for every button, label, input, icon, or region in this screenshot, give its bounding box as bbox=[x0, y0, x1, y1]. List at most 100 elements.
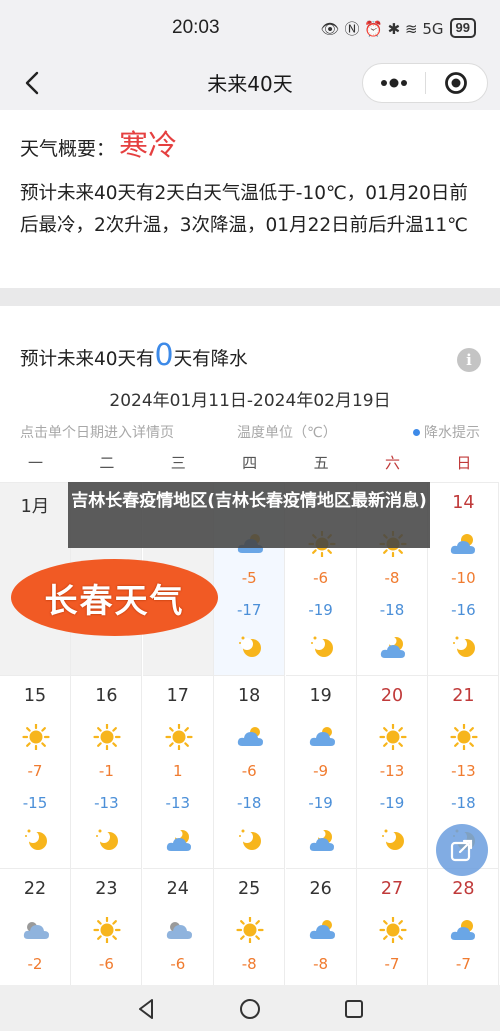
calendar-day-cell[interactable]: 25 -8 bbox=[214, 868, 286, 986]
cloud-icon bbox=[307, 724, 337, 750]
share-icon bbox=[450, 839, 473, 862]
calendar-day-cell[interactable]: 28 -7 bbox=[428, 868, 500, 986]
sun-cloud-icon bbox=[449, 531, 479, 557]
day-number: 20 bbox=[380, 686, 404, 706]
weekday-label: 一 bbox=[27, 454, 43, 472]
day-number: 16 bbox=[95, 686, 118, 706]
sun-icon bbox=[164, 723, 194, 751]
low-temp: -15 bbox=[22, 794, 48, 812]
high-temp: -8 bbox=[384, 569, 400, 587]
moon-cloud-icon bbox=[379, 633, 409, 661]
battery-icon: 99 bbox=[449, 18, 476, 38]
cloud-icon bbox=[235, 724, 265, 750]
date-range: 2024年01月11日-2024年02月19日 bbox=[109, 391, 391, 411]
calendar-day-cell[interactable]: 26 -8 bbox=[285, 868, 357, 986]
high-temp: -6 bbox=[313, 569, 329, 587]
calendar-card: 预计未来40天有0天有降水 i 2024年01月11日-2024年02月19日 … bbox=[0, 306, 500, 986]
low-temp: -13 bbox=[165, 794, 191, 812]
sun-icon bbox=[378, 916, 408, 944]
summary-type: 寒冷 bbox=[119, 128, 178, 162]
rain-prefix: 预计未来40天有 bbox=[20, 349, 155, 370]
moon-icon bbox=[22, 826, 52, 854]
day-number: 28 bbox=[452, 879, 475, 899]
system-recents-button[interactable] bbox=[339, 994, 369, 1024]
sun-icon bbox=[378, 723, 408, 751]
high-temp: -5 bbox=[241, 569, 257, 587]
calendar-day-cell[interactable]: 16 -1 -13 bbox=[71, 675, 143, 868]
summary-heading: 天气概要： 寒冷 bbox=[20, 122, 480, 164]
high-temp: -6 bbox=[170, 955, 186, 973]
high-temp: -6 bbox=[241, 762, 257, 780]
more-dots-icon bbox=[380, 78, 407, 88]
close-button[interactable] bbox=[425, 64, 487, 102]
high-temp: -13 bbox=[451, 762, 476, 780]
sun-icon bbox=[235, 916, 265, 944]
rain-days: 0 bbox=[154, 338, 174, 373]
summary-text: 预计未来40天有2天白天气温低于-10℃，01月20日前后最冷，2次升温，3次降… bbox=[20, 183, 468, 236]
day-number: 17 bbox=[166, 686, 189, 706]
moon-icon bbox=[379, 826, 409, 854]
calendar-day-cell[interactable]: 23 -6 bbox=[71, 868, 143, 986]
square-recents-icon bbox=[345, 1000, 363, 1018]
calendar-day-cell[interactable]: 18 -6 -18 bbox=[214, 675, 286, 868]
low-temp: -13 bbox=[94, 794, 119, 812]
high-temp: -7 bbox=[384, 955, 400, 973]
weekday-label: 三 bbox=[170, 454, 186, 472]
day-number: 25 bbox=[238, 879, 261, 899]
moon-icon bbox=[236, 633, 266, 661]
sun-icon bbox=[21, 723, 51, 751]
cloud-icon bbox=[307, 917, 337, 943]
day-number: 22 bbox=[23, 879, 47, 899]
calendar-day-cell[interactable]: 20 -13 -19 bbox=[357, 675, 428, 868]
more-button[interactable] bbox=[363, 64, 425, 102]
day-number: 18 bbox=[238, 686, 261, 706]
low-temp: -18 bbox=[236, 794, 262, 812]
rain-dot-icon bbox=[413, 428, 420, 436]
system-back-button[interactable] bbox=[131, 994, 161, 1024]
rain-suffix: 天有降水 bbox=[173, 349, 248, 370]
hint-temp-unit: 温度单位（℃） bbox=[237, 425, 337, 441]
calendar-day-cell[interactable]: 19 -9 -19 bbox=[285, 675, 357, 868]
calendar-day-cell[interactable]: 24 -6 bbox=[142, 868, 214, 986]
high-temp: 1 bbox=[173, 762, 183, 780]
mini-program-capsule bbox=[362, 63, 488, 103]
low-temp: -16 bbox=[451, 601, 476, 619]
high-temp: -13 bbox=[379, 762, 405, 780]
high-temp: -9 bbox=[313, 762, 329, 780]
sun-icon bbox=[92, 916, 122, 944]
low-temp: -18 bbox=[451, 794, 476, 812]
status-bar: 20:03 👁 Ⓝ ⏰ ✱ ≋ 5G 99 bbox=[0, 0, 500, 56]
moon-cloud-icon bbox=[165, 826, 195, 854]
day-number: 27 bbox=[380, 879, 404, 899]
calendar-day-cell[interactable]: 15 -7 -15 bbox=[0, 675, 71, 868]
high-temp: -6 bbox=[98, 955, 114, 973]
changchun-weather-logo: 长春天气 bbox=[11, 559, 218, 636]
calendar-day-cell[interactable]: 17 1 -13 bbox=[142, 675, 214, 868]
day-number: 26 bbox=[309, 879, 332, 899]
summary-label: 天气概要： bbox=[20, 138, 116, 160]
day-number: 19 bbox=[309, 686, 332, 706]
calendar-day-cell[interactable]: 14 -10 -16 bbox=[428, 482, 500, 675]
share-float-button[interactable] bbox=[436, 824, 488, 876]
system-home-button[interactable] bbox=[235, 994, 265, 1024]
calendar-day-cell[interactable]: 27 -7 bbox=[357, 868, 428, 986]
info-icon[interactable]: i bbox=[457, 348, 481, 372]
weekday-label: 二 bbox=[99, 454, 115, 472]
status-time: 20:03 bbox=[172, 17, 220, 38]
high-temp: -1 bbox=[98, 762, 114, 780]
low-temp: -19 bbox=[379, 794, 405, 812]
moon-icon bbox=[236, 826, 266, 854]
day-number: 24 bbox=[166, 879, 189, 899]
calendar-day-cell[interactable]: 22 -2 bbox=[0, 868, 71, 986]
triangle-back-icon bbox=[139, 999, 153, 1019]
cloud-dark-icon bbox=[21, 917, 51, 943]
high-temp: -8 bbox=[241, 955, 257, 973]
sun-icon bbox=[92, 723, 122, 751]
weekday-label: 五 bbox=[313, 454, 329, 472]
logo-text: 长春天气 bbox=[44, 580, 185, 620]
day-number: 23 bbox=[95, 879, 118, 899]
target-close-icon bbox=[445, 72, 468, 94]
day-number: 14 bbox=[452, 493, 475, 513]
low-temp: -17 bbox=[236, 601, 262, 619]
article-title-overlay: 吉林长春疫情地区(吉林长春疫情地区最新消息) bbox=[68, 482, 430, 548]
